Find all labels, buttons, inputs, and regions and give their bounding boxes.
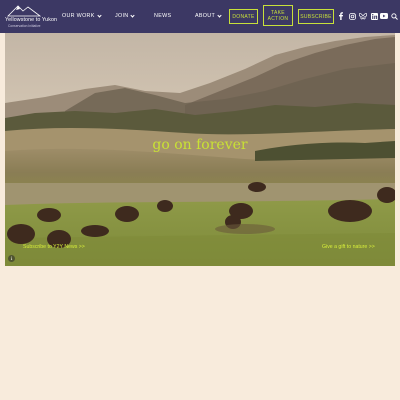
chevron-down-icon [97,12,102,18]
donate-button[interactable]: DONATE [229,9,258,24]
chevron-down-icon [130,12,136,18]
info-icon[interactable]: i [8,255,15,262]
subscribe-news-link[interactable]: Subscribe to Y2Y News >> [23,244,85,250]
site-header: Yellowstone to Yukon Conservation Initia… [0,0,400,33]
site-logo[interactable]: Yellowstone to Yukon Conservation Initia… [4,3,58,30]
bluesky-icon[interactable] [359,12,367,20]
instagram-icon[interactable] [348,12,356,20]
nav-news[interactable]: NEWS [154,13,171,19]
search-icon[interactable] [390,12,398,20]
nav-about[interactable]: ABOUT [195,12,222,19]
facebook-icon[interactable] [337,12,345,20]
nav-about-label: ABOUT [195,13,216,19]
subscribe-button[interactable]: SUBSCRIBE [298,9,334,24]
nav-join[interactable]: JOIN [115,12,136,19]
linkedin-icon[interactable] [370,12,378,20]
nav-our-work[interactable]: OUR WORK [62,12,102,19]
hero-banner: go on forever Subscribe to Y2Y News >> G… [5,33,395,266]
youtube-icon[interactable] [380,12,388,20]
nav-join-label: JOIN [115,13,129,19]
logo-name: Yellowstone to Yukon [5,17,58,23]
give-gift-link[interactable]: Give a gift to nature >> [322,244,375,250]
nav-our-work-label: OUR WORK [62,13,95,19]
take-action-button[interactable]: TAKE ACTION [263,5,293,26]
logo-tagline: Conservation Initiative [8,24,41,28]
mountain-logo-icon [7,5,42,17]
hero-tagline: go on forever [152,137,248,153]
nav-news-label: NEWS [154,13,172,19]
chevron-down-icon [217,12,222,18]
